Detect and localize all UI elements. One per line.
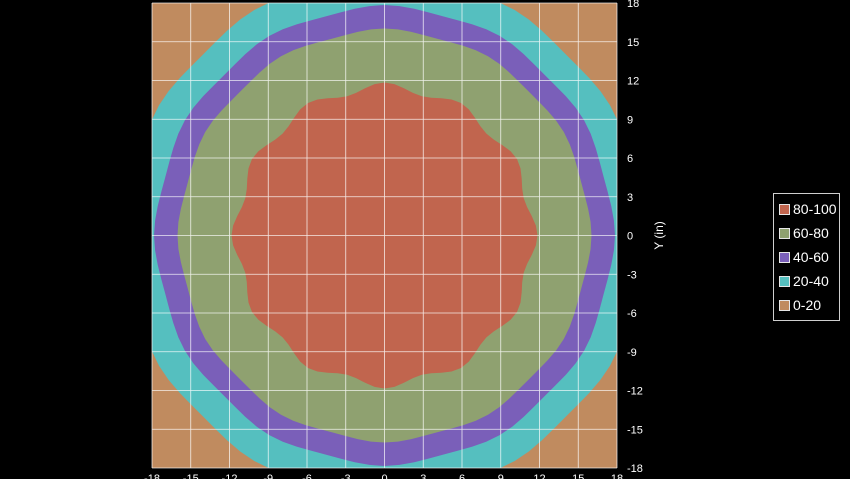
x-tick-label: 12: [533, 473, 545, 479]
legend-label: 0-20: [793, 297, 822, 313]
y-tick-label: -3: [627, 269, 637, 281]
y-tick-label: -6: [627, 308, 637, 320]
y-tick-label: -15: [627, 424, 643, 436]
legend-item-60-80: 60-80: [779, 221, 839, 245]
y-axis-title: Y (in): [652, 221, 666, 249]
legend-swatch: [779, 251, 790, 263]
y-tick-label: 3: [627, 192, 633, 204]
legend-item-0-20: 0-20: [779, 293, 839, 317]
y-tick-label: 12: [627, 76, 639, 88]
legend-label: 20-40: [793, 273, 829, 289]
y-tick-label: 6: [627, 153, 633, 165]
legend-swatch: [779, 203, 790, 215]
x-tick-label: 0: [381, 473, 387, 479]
legend-label: 60-80: [793, 225, 829, 241]
x-tick-label: -12: [222, 473, 238, 479]
legend: 80-100 60-80 40-60 20-40 0-20: [773, 193, 840, 321]
legend-item-20-40: 20-40: [779, 269, 839, 293]
y-tick-label: -12: [627, 386, 643, 398]
legend-label: 80-100: [793, 201, 837, 217]
x-tick-label: -3: [341, 473, 351, 479]
x-tick-label: 6: [459, 473, 465, 479]
legend-swatch: [779, 275, 790, 287]
x-tick-label: 3: [420, 473, 426, 479]
y-tick-label: 9: [627, 114, 633, 126]
x-tick-label: -6: [302, 473, 312, 479]
x-tick-label: 18: [611, 473, 623, 479]
legend-label: 40-60: [793, 249, 829, 265]
y-tick-label: 0: [627, 231, 633, 243]
y-tick-label: 15: [627, 37, 639, 49]
x-tick-label: 15: [572, 473, 584, 479]
contour-chart: 18 15 12 9 6 3 0 -3 -6 -9 -12 -15 -18 -18 -15 -12 -9 -6 -3…: [144, 0, 666, 479]
x-tick-label: -15: [183, 473, 199, 479]
x-tick-label: -18: [144, 473, 160, 479]
y-tick-label: -18: [627, 463, 643, 475]
legend-swatch: [779, 227, 790, 239]
y-tick-label: 18: [627, 0, 639, 10]
legend-item-80-100: 80-100: [779, 197, 839, 221]
x-tick-label: 9: [498, 473, 504, 479]
x-tick-label: -9: [263, 473, 273, 479]
y-tick-label: -9: [627, 347, 637, 359]
legend-item-40-60: 40-60: [779, 245, 839, 269]
legend-swatch: [779, 299, 790, 311]
